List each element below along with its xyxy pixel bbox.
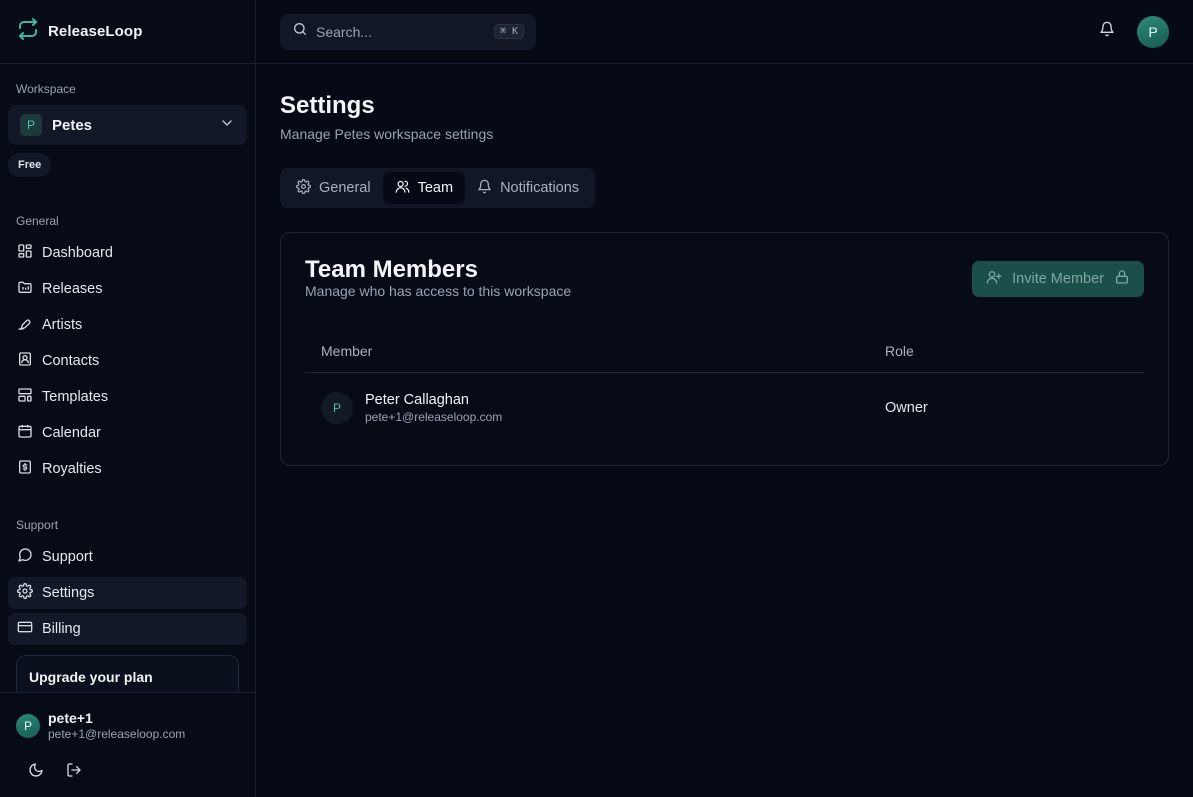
workspace-selector[interactable]: P Petes xyxy=(8,105,247,145)
sidebar-item-royalties[interactable]: Royalties xyxy=(8,453,247,485)
upgrade-title: Upgrade your plan xyxy=(29,669,153,685)
user-menu-avatar[interactable]: P xyxy=(1137,15,1169,48)
support-icon xyxy=(17,547,33,567)
settings-page: Settings Manage Petes workspace settings… xyxy=(256,64,1193,466)
artists-icon xyxy=(17,315,33,335)
user-plus-icon xyxy=(986,269,1002,289)
user-profile[interactable]: P pete+1 pete+1@releaseloop.com xyxy=(0,693,255,742)
search-icon xyxy=(292,21,308,42)
settings-icon xyxy=(17,583,33,603)
sidebar-item-contacts[interactable]: Contacts xyxy=(8,345,247,377)
table-header: Member Role xyxy=(305,329,1144,373)
team-members-card: Team Members Manage who has access to th… xyxy=(280,232,1169,466)
users-icon xyxy=(395,179,410,198)
sidebar-item-label: Templates xyxy=(42,389,109,405)
sidebar-item-calendar[interactable]: Calendar xyxy=(8,417,247,449)
table-row: P Peter Callaghan pete+1@releaseloop.com… xyxy=(305,373,1144,443)
plan-badge: Free xyxy=(8,153,52,177)
workspace-label: Workspace xyxy=(16,82,76,96)
moon-icon xyxy=(28,762,44,783)
brand[interactable]: ReleaseLoop xyxy=(0,0,255,64)
sidebar-item-label: Support xyxy=(42,549,93,565)
contacts-icon xyxy=(17,351,33,371)
topbar-actions: P xyxy=(1095,15,1169,48)
lock-icon xyxy=(1114,269,1130,289)
sidebar-item-label: Dashboard xyxy=(42,245,113,261)
bell-icon xyxy=(1099,21,1115,42)
tab-label: Team xyxy=(417,180,454,196)
member-role: Owner xyxy=(885,400,928,416)
search-input[interactable]: Search... ⌘ K xyxy=(280,13,536,50)
calendar-icon xyxy=(17,423,33,443)
workspace-avatar: P xyxy=(20,114,42,136)
avatar: P xyxy=(16,714,40,738)
notifications-button[interactable] xyxy=(1095,20,1119,44)
sidebar-item-label: Contacts xyxy=(42,353,100,369)
user-actions xyxy=(0,742,255,784)
logo-icon xyxy=(16,17,40,46)
tab-label: Notifications xyxy=(500,180,580,196)
user-name: pete+1 xyxy=(48,710,93,726)
main-area: Search... ⌘ K P Settings Manage Petes wo… xyxy=(256,0,1193,797)
column-member: Member xyxy=(321,342,373,359)
logout-icon xyxy=(66,762,82,783)
member-name: Peter Callaghan xyxy=(365,392,469,408)
sidebar: ReleaseLoop Workspace P Petes Free Gener… xyxy=(0,0,256,797)
sidebar-item-label: Releases xyxy=(42,281,103,297)
members-table: Member Role P Peter Callaghan pete+1@rel… xyxy=(305,329,1144,443)
tab-notifications[interactable]: Notifications xyxy=(465,172,591,204)
support-group-label: Support xyxy=(16,518,59,532)
sidebar-item-label: Billing xyxy=(42,621,81,637)
member-email: pete+1@releaseloop.com xyxy=(365,410,503,424)
sidebar-item-settings[interactable]: Settings xyxy=(8,577,247,609)
dashboard-icon xyxy=(17,243,33,263)
settings-tabs: General Team Notifications xyxy=(280,168,596,208)
sidebar-item-artists[interactable]: Artists xyxy=(8,309,247,341)
royalties-icon xyxy=(17,459,33,479)
general-group-label: General xyxy=(16,214,59,228)
app-shell: ReleaseLoop Workspace P Petes Free Gener… xyxy=(0,0,1193,797)
sidebar-item-label: Artists xyxy=(42,317,83,333)
sidebar-item-billing[interactable]: Billing xyxy=(8,613,247,645)
logout-button[interactable] xyxy=(62,760,86,784)
page-subtitle: Manage Petes workspace settings xyxy=(280,126,494,142)
theme-toggle-button[interactable] xyxy=(24,760,48,784)
sidebar-item-support[interactable]: Support xyxy=(8,541,247,573)
invite-member-label: Invite Member xyxy=(1012,271,1104,287)
avatar: P xyxy=(321,392,353,424)
sidebar-item-templates[interactable]: Templates xyxy=(8,381,247,413)
chevron-down-icon xyxy=(219,115,235,136)
tab-label: General xyxy=(319,180,371,196)
support-nav: Support Settings Billing xyxy=(0,541,255,645)
general-nav: Dashboard Releases Artists Contacts Temp… xyxy=(0,237,255,485)
releases-icon xyxy=(17,279,33,299)
sidebar-item-dashboard[interactable]: Dashboard xyxy=(8,237,247,269)
search-shortcut: ⌘ K xyxy=(493,24,524,39)
bell-icon xyxy=(477,179,492,198)
topbar: Search... ⌘ K P xyxy=(256,0,1193,64)
sidebar-item-label: Royalties xyxy=(42,461,102,477)
brand-name: ReleaseLoop xyxy=(48,23,143,40)
user-panel: P pete+1 pete+1@releaseloop.com xyxy=(0,692,255,797)
page-title: Settings xyxy=(280,92,375,119)
templates-icon xyxy=(17,387,33,407)
sidebar-item-releases[interactable]: Releases xyxy=(8,273,247,305)
invite-member-button[interactable]: Invite Member xyxy=(972,261,1144,297)
gear-icon xyxy=(296,178,311,198)
tab-general[interactable]: General xyxy=(284,172,383,204)
tab-team[interactable]: Team xyxy=(382,172,466,204)
search-placeholder: Search... xyxy=(316,23,373,40)
billing-icon xyxy=(17,619,33,639)
column-role: Role xyxy=(885,342,914,359)
user-email: pete+1@releaseloop.com xyxy=(48,727,186,741)
sidebar-item-label: Calendar xyxy=(42,425,101,441)
sidebar-item-label: Settings xyxy=(42,585,95,601)
member-cell: P Peter Callaghan pete+1@releaseloop.com xyxy=(305,391,885,425)
workspace-name: Petes xyxy=(52,116,93,134)
